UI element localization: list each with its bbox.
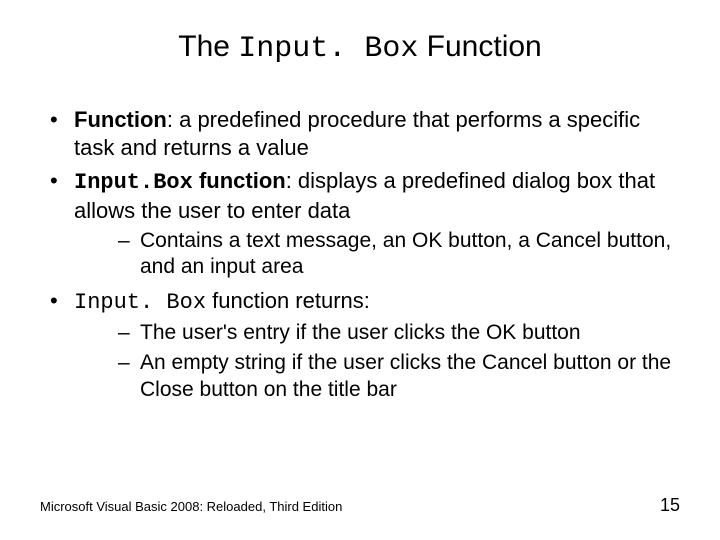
- title-mono: Input. Box: [238, 32, 418, 66]
- bullet-2-boldrest: function: [193, 168, 286, 193]
- bullet-list: Function: a predefined procedure that pe…: [40, 106, 680, 403]
- bullet-3-mono: Input. Box: [74, 290, 206, 315]
- bullet-3-sub-1: The user's entry if the user clicks the …: [74, 320, 680, 346]
- bullet-1: Function: a predefined procedure that pe…: [40, 106, 680, 161]
- title-post: Function: [418, 30, 541, 63]
- slide-body: Function: a predefined procedure that pe…: [40, 106, 680, 403]
- footer-text: Microsoft Visual Basic 2008: Reloaded, T…: [40, 499, 342, 514]
- page-number: 15: [660, 495, 680, 516]
- slide: The Input. Box Function Function: a pred…: [0, 0, 720, 540]
- bullet-1-term: Function: [74, 107, 167, 132]
- bullet-2-sublist: Contains a text message, an OK button, a…: [74, 228, 680, 281]
- slide-title: The Input. Box Function: [40, 30, 680, 66]
- bullet-3-rest: function returns:: [206, 288, 370, 313]
- bullet-2: Input.Box function: displays a predefine…: [40, 167, 680, 281]
- bullet-3-sublist: The user's entry if the user clicks the …: [74, 320, 680, 403]
- footer: Microsoft Visual Basic 2008: Reloaded, T…: [40, 495, 680, 516]
- bullet-3-sub-2: An empty string if the user clicks the C…: [74, 350, 680, 403]
- bullet-2-sub-1: Contains a text message, an OK button, a…: [74, 228, 680, 281]
- bullet-2-mono: Input.Box: [74, 170, 193, 195]
- title-pre: The: [178, 30, 238, 63]
- bullet-3: Input. Box function returns: The user's …: [40, 287, 680, 403]
